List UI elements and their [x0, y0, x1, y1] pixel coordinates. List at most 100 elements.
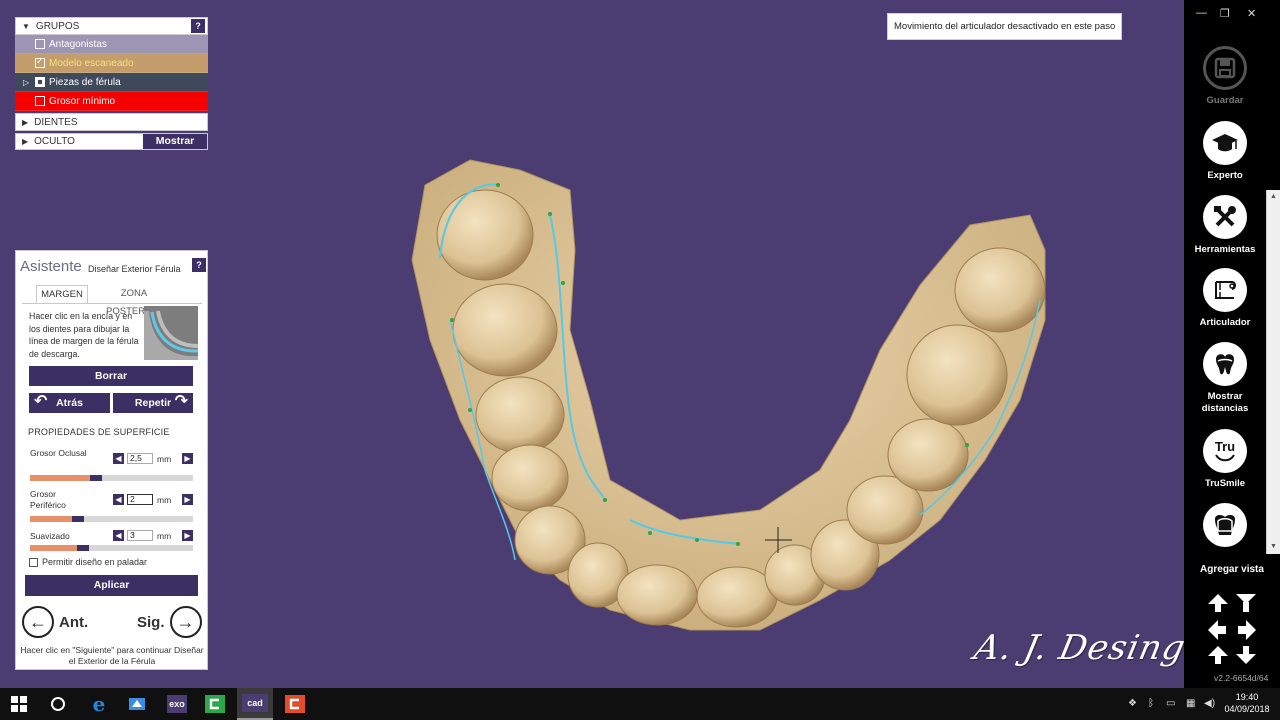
taskbar-recorder[interactable] — [282, 688, 308, 720]
checkbox-piezas-ferula[interactable] — [35, 77, 45, 87]
checkbox-antagonistas[interactable] — [35, 39, 45, 49]
margin-point — [965, 443, 969, 447]
tooth-distance-icon — [1203, 342, 1247, 386]
grosor-oclusal-input[interactable]: 2,5 — [127, 453, 153, 464]
clock-date: 04/09/2018 — [1224, 704, 1270, 714]
grosor-periferico-slider[interactable] — [30, 516, 193, 522]
grosor-oclusal-label: Grosor Oclusal — [30, 448, 87, 458]
slider-handle[interactable] — [77, 545, 89, 551]
group-item-modelo-escaneado[interactable]: Modelo escaneado — [15, 54, 208, 73]
wizard-subtitle: Diseñar Exterior Férula — [88, 264, 181, 274]
slider-fill — [30, 545, 77, 551]
suavizado-input[interactable]: 3 — [127, 530, 153, 541]
dientes-title: DIENTES — [34, 116, 78, 128]
group-item-piezas-ferula[interactable]: ▷ Piezas de férula — [15, 73, 208, 92]
wizard-description: Hacer clic en la encía y en los dientes … — [29, 311, 139, 359]
grosor-oclusal-slider[interactable] — [30, 475, 193, 481]
increment-button[interactable]: ▶ — [182, 530, 193, 541]
repetir-button[interactable]: Repetir ↷ — [113, 393, 193, 413]
volume-icon[interactable]: ◀) — [1204, 698, 1215, 709]
close-icon[interactable]: ✕ — [1247, 7, 1256, 20]
tool-herramientas[interactable]: Herramientas — [1184, 195, 1266, 256]
group-item-grosor-minimo[interactable]: Grosor mínimo — [15, 92, 208, 111]
next-step-button[interactable]: Sig. → — [137, 606, 202, 638]
grosor-periferico-label: Grosor Periférico — [30, 489, 66, 510]
taskbar-cad[interactable]: cad — [237, 688, 273, 720]
previous-step-button[interactable]: ← Ant. — [22, 606, 88, 638]
group-item-label: Antagonistas — [49, 38, 107, 50]
taskbar-edge[interactable]: e — [86, 688, 112, 720]
decrement-button[interactable]: ◀ — [113, 530, 124, 541]
group-item-antagonistas[interactable]: Antagonistas — [15, 35, 208, 54]
tab-divider — [22, 303, 202, 304]
slider-handle[interactable] — [72, 516, 84, 522]
unit-label: mm — [157, 454, 172, 464]
taskbar-camtasia[interactable] — [202, 688, 228, 720]
slider-handle[interactable] — [90, 475, 102, 481]
dropbox-icon[interactable]: ❖ — [1128, 698, 1137, 709]
wizard-help-button[interactable]: ? — [192, 258, 206, 272]
taskbar-app-blue[interactable] — [124, 688, 150, 720]
slider-fill — [30, 516, 72, 522]
decrement-button[interactable]: ◀ — [113, 453, 124, 464]
scroll-down-icon[interactable]: ▼ — [1267, 540, 1280, 554]
checkbox-modelo-escaneado[interactable] — [35, 56, 45, 68]
tool-mostrar-distancias[interactable]: Mostrar distancias — [1184, 342, 1266, 415]
increment-button[interactable]: ▶ — [182, 494, 193, 505]
battery-icon[interactable]: ▭ — [1166, 698, 1175, 709]
grosor-periferico-input[interactable]: 2 — [127, 494, 153, 505]
tool-guardar[interactable]: Guardar — [1184, 46, 1266, 107]
scroll-up-icon[interactable]: ▲ — [1267, 190, 1280, 204]
tool-experto[interactable]: Experto — [1184, 121, 1266, 182]
groups-help-button[interactable]: ? — [191, 19, 205, 33]
chevron-down-icon: ▼ — [22, 21, 30, 31]
app-blue-icon — [129, 698, 145, 710]
tooth-incisor — [616, 564, 698, 626]
tab-margen[interactable]: MARGEN — [36, 285, 88, 303]
margin-point — [496, 183, 500, 187]
decrement-button[interactable]: ◀ — [113, 494, 124, 505]
increment-button[interactable]: ▶ — [182, 453, 193, 464]
network-icon[interactable]: ▦ — [1186, 698, 1195, 709]
status-tooltip: Movimiento del articulador desactivado e… — [887, 13, 1122, 40]
atras-button[interactable]: ↶ Atrás — [29, 393, 110, 413]
suavizado-slider[interactable] — [30, 545, 193, 551]
taskbar-exo[interactable]: exo — [164, 688, 190, 720]
tooth-molar — [954, 247, 1046, 333]
cortana-circle-icon — [51, 697, 65, 711]
groups-panel: ▼ GRUPOS ? Antagonistas Modelo escaneado… — [15, 17, 208, 150]
dientes-header[interactable]: ▶ DIENTES — [15, 113, 208, 131]
borrar-button[interactable]: Borrar — [29, 366, 193, 386]
crown-tooth-icon — [1203, 503, 1247, 547]
palate-design-option[interactable]: Permitir diseño en paladar — [29, 557, 147, 567]
margin-point — [450, 318, 454, 322]
tool-crown[interactable] — [1184, 503, 1266, 547]
group-item-label: Grosor mínimo — [49, 95, 116, 107]
tooth-molar — [906, 324, 1008, 426]
tools-scrollbar[interactable]: ▲ ▼ — [1266, 190, 1280, 554]
aplicar-button[interactable]: Aplicar — [25, 575, 198, 596]
groups-header[interactable]: ▼ GRUPOS ? — [15, 17, 208, 35]
oculto-header[interactable]: ▶ OCULTO Mostrar — [15, 133, 208, 150]
bluetooth-icon[interactable]: ᛒ — [1148, 698, 1154, 709]
restore-icon[interactable]: ❐ — [1220, 7, 1230, 20]
tab-zona-posterior[interactable]: ZONA POSTERIOR — [92, 285, 176, 317]
view-navigation-icon[interactable] — [1206, 592, 1258, 666]
system-clock[interactable]: 19:40 04/09/2018 — [1222, 691, 1272, 715]
tool-trusmile[interactable]: Tru TruSmile — [1184, 429, 1266, 490]
slider-fill — [30, 475, 90, 481]
start-button[interactable] — [6, 688, 32, 720]
mostrar-button[interactable]: Mostrar — [143, 134, 207, 149]
checkbox-grosor-minimo[interactable] — [35, 96, 45, 106]
minimize-icon[interactable]: — — [1196, 7, 1207, 19]
articulator-icon — [1203, 268, 1247, 312]
groups-title: GRUPOS — [35, 20, 80, 32]
tool-articulador[interactable]: Articulador — [1184, 268, 1266, 329]
palate-checkbox[interactable] — [29, 557, 38, 567]
search-button[interactable] — [45, 688, 71, 720]
surface-properties-title: PROPIEDADES DE SUPERFICIE — [28, 427, 170, 437]
agregar-vista-button[interactable]: Agregar vista — [1184, 564, 1280, 575]
chevron-right-icon: ▶ — [22, 117, 29, 127]
expand-arrow-icon[interactable]: ▷ — [23, 78, 29, 87]
camtasia-icon — [205, 695, 225, 713]
